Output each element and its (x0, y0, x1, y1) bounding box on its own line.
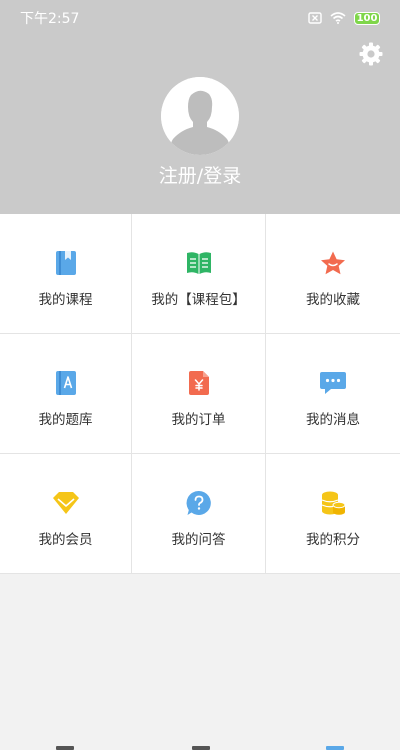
battery-icon: 100 (354, 11, 380, 25)
star-icon (319, 249, 347, 277)
coins-icon (319, 489, 347, 517)
menu-item-my-orders[interactable]: 我的订单 (132, 334, 266, 454)
profile-header: 注册/登录 (0, 36, 400, 214)
gear-icon (359, 42, 383, 66)
tab-icon-courses[interactable] (192, 746, 210, 750)
menu-item-label: 我的积分 (306, 532, 360, 548)
menu-item-my-course-packages[interactable]: 我的【课程包】 (132, 214, 266, 334)
status-icons: 100 (308, 11, 380, 25)
open-book-icon (185, 249, 213, 277)
vip-diamond-icon (52, 489, 80, 517)
question-bank-icon (52, 369, 80, 397)
status-bar: 下午2:57 100 (0, 0, 400, 36)
settings-button[interactable] (358, 41, 384, 67)
menu-item-my-question-bank[interactable]: 我的题库 (0, 334, 132, 454)
menu-item-label: 我的【课程包】 (151, 292, 246, 308)
menu-item-label: 我的课程 (38, 292, 93, 308)
menu-item-label: 我的收藏 (306, 292, 360, 308)
menu-item-my-messages[interactable]: 我的消息 (266, 334, 400, 454)
wifi-icon (330, 12, 346, 24)
order-icon (185, 369, 213, 397)
menu-item-my-courses[interactable]: 我的课程 (0, 214, 132, 334)
question-bubble-icon (185, 489, 213, 517)
bottom-tab-bar (0, 744, 400, 750)
menu-item-my-favorites[interactable]: 我的收藏 (266, 214, 400, 334)
tab-icon-home[interactable] (56, 746, 74, 750)
menu-item-label: 我的消息 (306, 412, 360, 428)
book-icon (52, 249, 80, 277)
login-register-link[interactable]: 注册/登录 (0, 161, 400, 188)
tab-icon-mine[interactable] (326, 746, 344, 750)
menu-item-my-points[interactable]: 我的积分 (266, 454, 400, 574)
sim-off-icon (308, 12, 322, 24)
menu-item-label: 我的会员 (38, 532, 93, 548)
menu-item-my-membership[interactable]: 我的会员 (0, 454, 132, 574)
avatar[interactable] (161, 77, 239, 155)
default-avatar-icon (161, 77, 239, 155)
menu-grid: 我的课程 我的【课程包】 我的收藏 我的题库 我的订单 我的消息 我的会员 我的… (0, 214, 400, 574)
status-time: 下午2:57 (20, 11, 80, 27)
menu-item-my-qa[interactable]: 我的问答 (132, 454, 266, 574)
menu-item-label: 我的问答 (171, 532, 226, 548)
chat-bubble-icon (319, 369, 347, 397)
menu-item-label: 我的题库 (38, 412, 93, 428)
menu-item-label: 我的订单 (171, 412, 226, 428)
